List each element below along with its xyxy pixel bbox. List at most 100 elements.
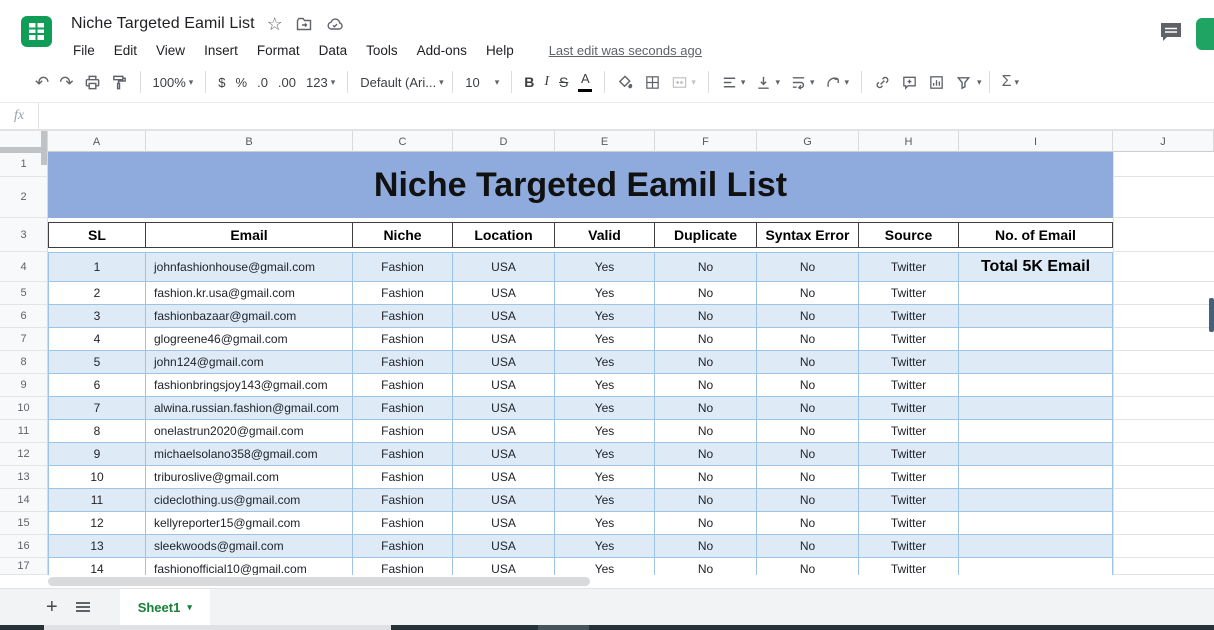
table-cell[interactable]: Yes <box>555 253 655 281</box>
table-cell[interactable]: No <box>757 443 859 465</box>
star-icon[interactable]: ☆ <box>267 14 283 35</box>
formula-bar[interactable]: fx <box>0 103 1214 130</box>
menu-addons[interactable]: Add-ons <box>415 42 469 59</box>
table-cell[interactable]: No <box>757 374 859 396</box>
format-percent-button[interactable]: % <box>231 72 253 93</box>
table-cell[interactable]: cideclothing.us@gmail.com <box>146 489 353 511</box>
cell-j1[interactable] <box>1113 152 1214 177</box>
table-cell[interactable]: 3 <box>48 305 146 327</box>
table-cell[interactable]: 2 <box>48 282 146 304</box>
move-to-folder-icon[interactable] <box>295 15 313 33</box>
menu-data[interactable]: Data <box>317 42 350 59</box>
cell-j9[interactable] <box>1113 374 1214 397</box>
table-header-cell[interactable]: Valid <box>555 222 655 248</box>
table-cell[interactable]: Twitter <box>859 282 959 304</box>
table-cell[interactable]: USA <box>453 558 555 575</box>
table-cell[interactable]: No <box>655 466 757 488</box>
table-cell[interactable]: 12 <box>48 512 146 534</box>
cell-j14[interactable] <box>1113 489 1214 512</box>
table-cell[interactable]: No <box>757 328 859 350</box>
cell-j6[interactable] <box>1113 305 1214 328</box>
last-edit-status[interactable]: Last edit was seconds ago <box>549 43 702 58</box>
row-header-16[interactable]: 16 <box>0 535 48 558</box>
sheet-menu-caret[interactable]: ▾ <box>187 603 192 612</box>
borders-button[interactable] <box>639 71 666 94</box>
table-cell[interactable]: Yes <box>555 282 655 304</box>
column-header-b[interactable]: B <box>146 131 353 152</box>
text-wrap-button[interactable]: ▾ <box>785 71 820 94</box>
table-cell[interactable]: USA <box>453 328 555 350</box>
table-cell[interactable]: Fashion <box>353 282 453 304</box>
insert-chart-button[interactable] <box>923 71 950 94</box>
decrease-decimals-button[interactable]: .0 <box>252 72 273 93</box>
table-cell[interactable] <box>959 420 1113 442</box>
row-header-7[interactable]: 7 <box>0 328 48 351</box>
cell-j15[interactable] <box>1113 512 1214 535</box>
table-cell[interactable]: Fashion <box>353 512 453 534</box>
menu-insert[interactable]: Insert <box>202 42 240 59</box>
table-cell[interactable]: Yes <box>555 420 655 442</box>
table-cell[interactable]: Twitter <box>859 489 959 511</box>
row-header-8[interactable]: 8 <box>0 351 48 374</box>
table-cell[interactable]: Fashion <box>353 305 453 327</box>
table-cell[interactable]: No <box>655 535 757 557</box>
vertical-scrollbar-thumb[interactable] <box>1209 298 1214 332</box>
table-cell[interactable] <box>959 535 1113 557</box>
row-header-12[interactable]: 12 <box>0 443 48 466</box>
cell-j11[interactable] <box>1113 420 1214 443</box>
table-header-cell[interactable]: No. of Email <box>959 222 1113 248</box>
table-cell[interactable]: No <box>757 512 859 534</box>
format-currency-button[interactable]: $ <box>213 72 230 93</box>
table-cell[interactable]: michaelsolano358@gmail.com <box>146 443 353 465</box>
table-header-cell[interactable]: Duplicate <box>655 222 757 248</box>
table-cell[interactable]: Yes <box>555 328 655 350</box>
menu-file[interactable]: File <box>71 42 97 59</box>
table-cell[interactable]: 5 <box>48 351 146 373</box>
menu-tools[interactable]: Tools <box>364 42 400 59</box>
table-cell[interactable]: 6 <box>48 374 146 396</box>
column-header-f[interactable]: F <box>655 131 757 152</box>
table-cell[interactable]: No <box>655 253 757 281</box>
row-header-3[interactable]: 3 <box>0 218 48 252</box>
table-cell[interactable]: USA <box>453 351 555 373</box>
table-cell[interactable]: Yes <box>555 443 655 465</box>
document-title[interactable]: Niche Targeted Eamil List <box>71 15 255 33</box>
horizontal-scrollbar-thumb[interactable] <box>48 577 590 586</box>
table-cell[interactable]: Twitter <box>859 535 959 557</box>
table-cell[interactable]: kellyreporter15@gmail.com <box>146 512 353 534</box>
table-cell[interactable]: No <box>655 443 757 465</box>
table-cell[interactable]: Fashion <box>353 489 453 511</box>
merge-cells-button[interactable]: ▾ <box>666 71 701 94</box>
cell-j12[interactable] <box>1113 443 1214 466</box>
table-cell[interactable]: Yes <box>555 305 655 327</box>
table-cell[interactable]: USA <box>453 374 555 396</box>
row-header-4[interactable]: 4 <box>0 252 48 282</box>
sheet-tab-active[interactable]: Sheet1▾ <box>120 589 210 626</box>
sheets-logo-icon[interactable] <box>20 15 53 48</box>
table-cell[interactable]: Fashion <box>353 535 453 557</box>
table-header-cell[interactable]: Source <box>859 222 959 248</box>
row-header-13[interactable]: 13 <box>0 466 48 489</box>
undo-button[interactable]: ↶ <box>30 71 54 94</box>
table-cell[interactable] <box>959 397 1113 419</box>
table-cell[interactable]: glogreene46@gmail.com <box>146 328 353 350</box>
cell-j17[interactable] <box>1113 558 1214 575</box>
strikethrough-button[interactable]: S <box>554 71 573 93</box>
cell-j16[interactable] <box>1113 535 1214 558</box>
table-cell[interactable]: USA <box>453 282 555 304</box>
table-cell[interactable]: No <box>655 420 757 442</box>
table-cell[interactable]: Fashion <box>353 328 453 350</box>
font-size-select[interactable]: 10▾ <box>460 72 504 93</box>
font-select[interactable]: Default (Ari...▾ <box>355 72 445 93</box>
cloud-saved-icon[interactable] <box>325 15 345 33</box>
table-cell[interactable]: No <box>655 282 757 304</box>
table-cell[interactable] <box>959 305 1113 327</box>
table-cell[interactable]: 1 <box>48 253 146 281</box>
table-cell[interactable]: No <box>655 489 757 511</box>
insert-link-button[interactable] <box>869 71 896 94</box>
table-cell[interactable]: Fashion <box>353 351 453 373</box>
table-cell[interactable]: No <box>655 397 757 419</box>
table-cell[interactable]: Twitter <box>859 420 959 442</box>
table-cell[interactable]: Yes <box>555 535 655 557</box>
table-cell[interactable]: sleekwoods@gmail.com <box>146 535 353 557</box>
